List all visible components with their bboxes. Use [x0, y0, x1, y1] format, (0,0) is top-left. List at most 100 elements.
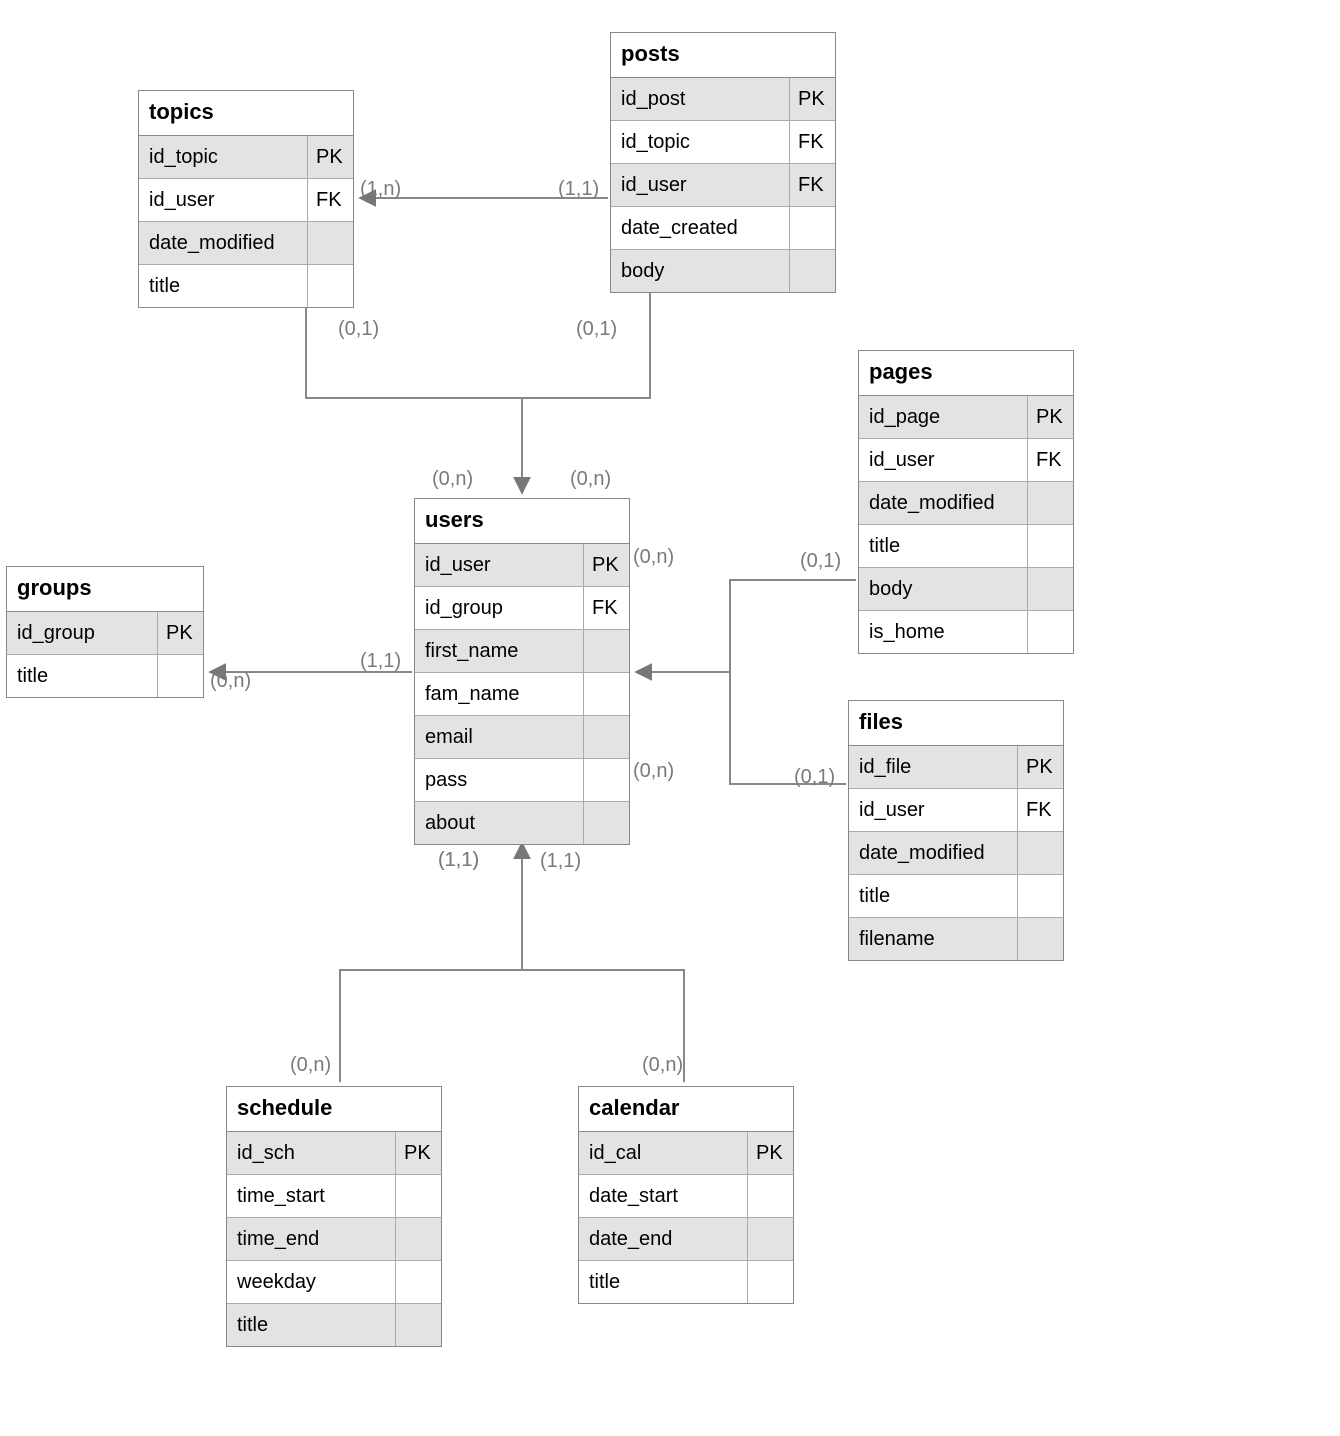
field-row: body — [859, 568, 1073, 611]
cardinality-label: (1,1) — [438, 849, 479, 872]
field-row: date_modified — [139, 222, 353, 265]
field-name: id_user — [611, 174, 789, 197]
cardinality-label: (1,1) — [540, 850, 581, 873]
field-row: weekday — [227, 1261, 441, 1304]
field-name: date_created — [611, 217, 789, 240]
entity-title: topics — [139, 91, 353, 136]
field-key — [789, 250, 835, 292]
field-key: PK — [1017, 746, 1063, 788]
field-name: id_file — [849, 756, 1017, 779]
field-key: FK — [789, 164, 835, 206]
field-key: FK — [1027, 439, 1073, 481]
cardinality-label: (0,n) — [633, 760, 674, 783]
field-name: about — [415, 812, 583, 835]
field-row: pass — [415, 759, 629, 802]
cardinality-label: (0,1) — [794, 766, 835, 789]
field-row: time_start — [227, 1175, 441, 1218]
field-key — [747, 1218, 793, 1260]
field-key: FK — [583, 587, 629, 629]
field-row: id_topicFK — [611, 121, 835, 164]
entity-schedule: scheduleid_schPKtime_starttime_endweekda… — [226, 1086, 442, 1347]
field-row: fam_name — [415, 673, 629, 716]
cardinality-label: (0,n) — [290, 1054, 331, 1077]
field-row: id_userFK — [849, 789, 1063, 832]
field-name: filename — [849, 928, 1017, 951]
entity-users: usersid_userPKid_groupFKfirst_namefam_na… — [414, 498, 630, 845]
field-row: id_calPK — [579, 1132, 793, 1175]
field-key — [395, 1218, 441, 1260]
field-key — [1027, 568, 1073, 610]
field-key — [307, 265, 353, 307]
cardinality-label: (0,1) — [338, 318, 379, 341]
field-key: FK — [789, 121, 835, 163]
field-name: title — [859, 535, 1027, 558]
field-name: id_group — [7, 622, 157, 645]
field-row: time_end — [227, 1218, 441, 1261]
field-name: body — [859, 578, 1027, 601]
field-row: id_userFK — [611, 164, 835, 207]
field-row: date_modified — [859, 482, 1073, 525]
field-name: title — [7, 665, 157, 688]
field-key — [583, 716, 629, 758]
edge-schedule-users — [340, 842, 522, 1082]
field-name: time_start — [227, 1185, 395, 1208]
field-row: date_modified — [849, 832, 1063, 875]
field-name: first_name — [415, 640, 583, 663]
field-row: id_postPK — [611, 78, 835, 121]
field-row: title — [849, 875, 1063, 918]
edge-posts-users — [522, 292, 650, 398]
field-key — [1017, 832, 1063, 874]
cardinality-label: (1,n) — [360, 178, 401, 201]
cardinality-label: (0,n) — [210, 670, 251, 693]
field-key — [307, 222, 353, 264]
field-key — [583, 630, 629, 672]
field-row: id_filePK — [849, 746, 1063, 789]
field-key: PK — [307, 136, 353, 178]
field-key: PK — [157, 612, 203, 654]
field-row: id_pagePK — [859, 396, 1073, 439]
field-key — [789, 207, 835, 249]
field-row: id_groupPK — [7, 612, 203, 655]
field-name: weekday — [227, 1271, 395, 1294]
field-name: id_group — [415, 597, 583, 620]
field-name: fam_name — [415, 683, 583, 706]
field-name: pass — [415, 769, 583, 792]
field-name: id_post — [611, 88, 789, 111]
cardinality-label: (1,1) — [360, 650, 401, 673]
field-name: date_end — [579, 1228, 747, 1251]
field-key: PK — [789, 78, 835, 120]
field-row: email — [415, 716, 629, 759]
field-row: title — [859, 525, 1073, 568]
entity-files: filesid_filePKid_userFKdate_modifiedtitl… — [848, 700, 1064, 961]
entity-title: calendar — [579, 1087, 793, 1132]
field-row: title — [7, 655, 203, 697]
field-key — [395, 1175, 441, 1217]
field-name: title — [139, 275, 307, 298]
field-row: title — [139, 265, 353, 307]
field-row: body — [611, 250, 835, 292]
field-name: title — [849, 885, 1017, 908]
field-row: title — [227, 1304, 441, 1346]
field-key: PK — [395, 1132, 441, 1174]
entity-title: pages — [859, 351, 1073, 396]
field-row: about — [415, 802, 629, 844]
field-name: id_user — [849, 799, 1017, 822]
field-key — [1027, 482, 1073, 524]
field-name: body — [611, 260, 789, 283]
field-key — [1017, 918, 1063, 960]
entity-title: posts — [611, 33, 835, 78]
field-name: title — [227, 1314, 395, 1337]
entity-pages: pagesid_pagePKid_userFKdate_modifiedtitl… — [858, 350, 1074, 654]
field-name: id_page — [859, 406, 1027, 429]
field-key — [747, 1175, 793, 1217]
field-row: id_userFK — [859, 439, 1073, 482]
field-key — [583, 802, 629, 844]
field-key: PK — [583, 544, 629, 586]
field-name: id_user — [415, 554, 583, 577]
entity-topics: topicsid_topicPKid_userFKdate_modifiedti… — [138, 90, 354, 308]
field-key — [157, 655, 203, 697]
field-name: email — [415, 726, 583, 749]
entity-groups: groupsid_groupPKtitle — [6, 566, 204, 698]
field-key — [395, 1261, 441, 1303]
cardinality-label: (0,1) — [576, 318, 617, 341]
